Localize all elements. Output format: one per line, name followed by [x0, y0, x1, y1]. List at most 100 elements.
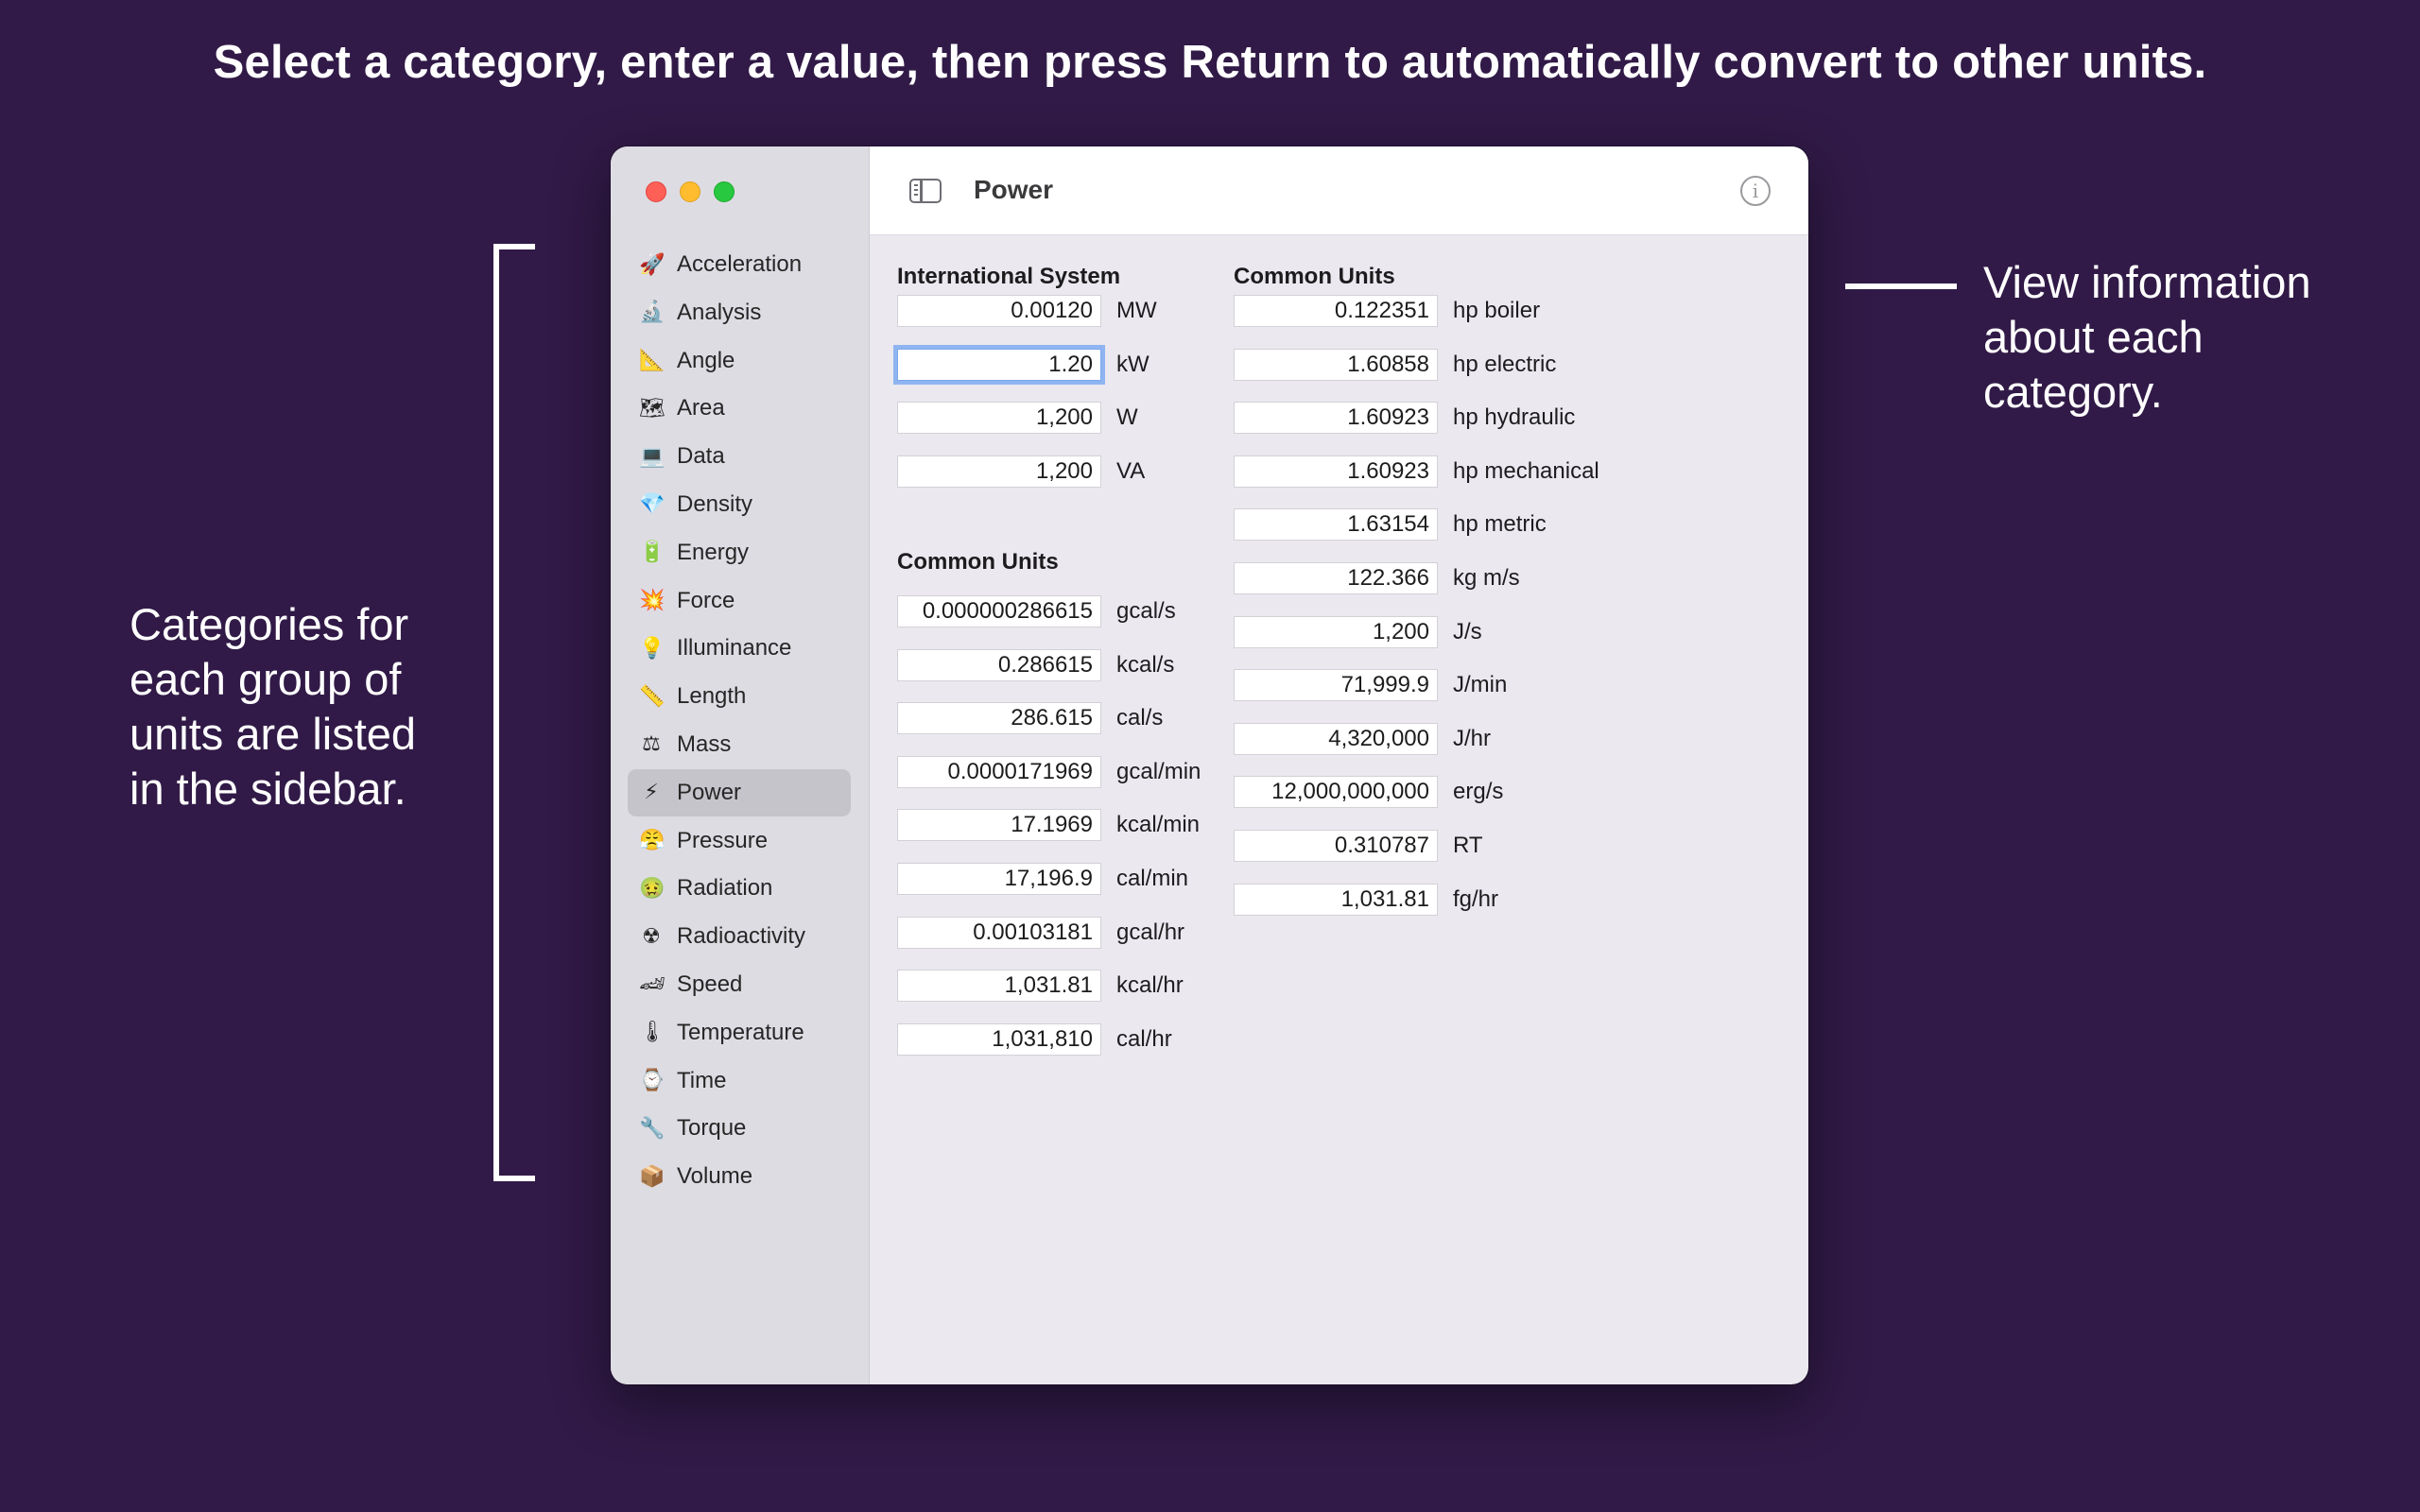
sidebar-item-force[interactable]: 💥 Force [628, 577, 851, 625]
unit-row: RT [1234, 829, 1483, 863]
unit-value-field[interactable] [897, 970, 1101, 1003]
unit-row: kg m/s [1234, 561, 1520, 595]
sidebar-item-label: Energy [677, 539, 750, 565]
unit-label: kcal/min [1116, 812, 1201, 838]
sidebar-item-label: Time [677, 1067, 727, 1093]
unit-row: cal/hr [897, 1022, 1172, 1057]
international-system-title: International System [897, 264, 1121, 289]
unit-row: gcal/min [897, 755, 1201, 789]
unit-value-field[interactable] [1234, 295, 1438, 327]
race-car-icon: 🏎 [639, 972, 666, 997]
sidebar-item-angle[interactable]: 📐 Angle [628, 337, 851, 385]
unit-value-field[interactable] [1234, 830, 1438, 862]
sidebar-item-analysis[interactable]: 🔬 Analysis [628, 289, 851, 336]
sidebar-callout-bracket [493, 244, 535, 1181]
headline: Select a category, enter a value, then p… [213, 37, 2207, 88]
close-button[interactable] [646, 181, 666, 202]
unit-value-field[interactable] [1234, 669, 1438, 702]
window-title: Power [974, 175, 1054, 204]
scales-icon: ⚖ [642, 732, 661, 757]
unit-value-field[interactable] [1234, 508, 1438, 541]
unit-value-field[interactable] [897, 402, 1101, 435]
sidebar-item-label: Power [677, 779, 742, 805]
sidebar-item-acceleration[interactable]: 🚀 Acceleration [628, 241, 851, 288]
unit-value-field[interactable] [897, 648, 1101, 681]
sidebar-item-volume[interactable]: 📦 Volume [628, 1153, 851, 1200]
collision-icon: 💥 [639, 589, 666, 613]
sidebar-item-energy[interactable]: 🔋 Energy [628, 529, 851, 576]
sidebar-item-torque[interactable]: 🔧 Torque [628, 1105, 851, 1152]
unit-value-field[interactable] [1234, 722, 1438, 755]
minimize-button[interactable] [680, 181, 700, 202]
sidebar-toggle-icon[interactable] [909, 179, 942, 203]
app-window: 🚀 Acceleration 🔬 Analysis 📐 Angle 🗺 Area 💻 Data 💎 D… [611, 146, 1808, 1384]
sidebar-item-radiation[interactable]: 🤢 Radiation [628, 865, 851, 912]
sidebar-item-temperature[interactable]: 🌡 Temperature [628, 1009, 851, 1057]
wrench-icon: 🔧 [639, 1116, 666, 1141]
unit-label: hp hydraulic [1453, 404, 1576, 431]
unit-label: cal/s [1116, 705, 1164, 731]
sidebar-item-radioactivity[interactable]: ☢ Radioactivity [628, 913, 851, 960]
unit-row: hp electric [1234, 348, 1556, 382]
unit-label: kg m/s [1453, 565, 1520, 591]
unit-value-field[interactable] [1234, 562, 1438, 594]
sidebar-item-mass[interactable]: ⚖ Mass [628, 721, 851, 768]
unit-value-field[interactable] [1234, 883, 1438, 916]
unit-label: kcal/hr [1116, 972, 1184, 999]
sidebar-item-data[interactable]: 💻 Data [628, 433, 851, 480]
sidebar-item-label: Temperature [677, 1019, 804, 1045]
unit-value-field[interactable] [897, 863, 1101, 895]
unit-value-field[interactable] [1234, 455, 1438, 488]
sidebar-item-power[interactable]: ⚡ Power [628, 768, 851, 816]
laptop-icon: 💻 [639, 444, 666, 469]
unit-value-field[interactable] [897, 809, 1101, 842]
unit-value-field[interactable] [897, 916, 1101, 949]
unit-row: hp mechanical [1234, 455, 1599, 489]
light-bulb-icon: 💡 [639, 636, 666, 661]
sidebar-item-density[interactable]: 💎 Density [628, 481, 851, 528]
unit-value-field[interactable] [897, 702, 1101, 735]
unit-value-field[interactable] [1234, 776, 1438, 809]
unit-row: kcal/s [897, 648, 1174, 682]
sidebar-item-time[interactable]: ⌚ Time [628, 1057, 851, 1105]
unit-label: hp electric [1453, 351, 1557, 377]
unit-label: gcal/s [1116, 598, 1176, 624]
unit-row: J/s [1234, 615, 1482, 649]
sidebar-callout-text: Categories for each group of units are l… [130, 599, 417, 814]
unit-row: hp metric [1234, 507, 1547, 541]
sidebar-item-label: Torque [677, 1115, 747, 1142]
unit-value-field[interactable] [897, 348, 1101, 381]
sidebar: 🚀 Acceleration 🔬 Analysis 📐 Angle 🗺 Area 💻 Data 💎 D… [611, 146, 870, 1384]
unit-value-field[interactable] [1234, 402, 1438, 435]
sidebar-item-label: Illuminance [677, 635, 792, 662]
unit-label: J/s [1453, 618, 1482, 644]
sidebar-item-speed[interactable]: 🏎 Speed [628, 961, 851, 1008]
huffing-face-icon: 😤 [639, 829, 666, 853]
unit-value-field[interactable] [897, 595, 1101, 627]
sidebar-item-label: Density [677, 490, 753, 517]
sidebar-item-pressure[interactable]: 😤 Pressure [628, 817, 851, 865]
unit-value-field[interactable] [897, 455, 1101, 488]
sidebar-item-illuminance[interactable]: 💡 Illuminance [628, 625, 851, 672]
unit-value-field[interactable] [1234, 615, 1438, 648]
zoom-button[interactable] [714, 181, 735, 202]
info-callout-line [1845, 284, 1957, 289]
sidebar-item-label: Force [677, 587, 735, 613]
unit-label: RT [1453, 833, 1483, 858]
sidebar-item-length[interactable]: 📏 Length [628, 673, 851, 720]
unit-value-field[interactable] [897, 755, 1101, 788]
sidebar-item-label: Radiation [677, 875, 773, 902]
sidebar-item-label: Speed [677, 971, 743, 997]
unit-value-field[interactable] [897, 1022, 1101, 1056]
unit-row: kW [897, 348, 1150, 382]
sidebar-item-label: Volume [677, 1163, 753, 1190]
radioactive-icon: ☢ [642, 924, 661, 949]
unit-label: cal/hr [1116, 1025, 1172, 1052]
rocket-icon: 🚀 [639, 252, 666, 277]
common-units-right-title: Common Units [1234, 264, 1395, 289]
info-icon[interactable]: i [1740, 176, 1771, 206]
battery-icon: 🔋 [639, 541, 666, 565]
sidebar-item-area[interactable]: 🗺 Area [628, 385, 851, 432]
unit-value-field[interactable] [1234, 348, 1438, 381]
unit-value-field[interactable] [897, 295, 1101, 327]
